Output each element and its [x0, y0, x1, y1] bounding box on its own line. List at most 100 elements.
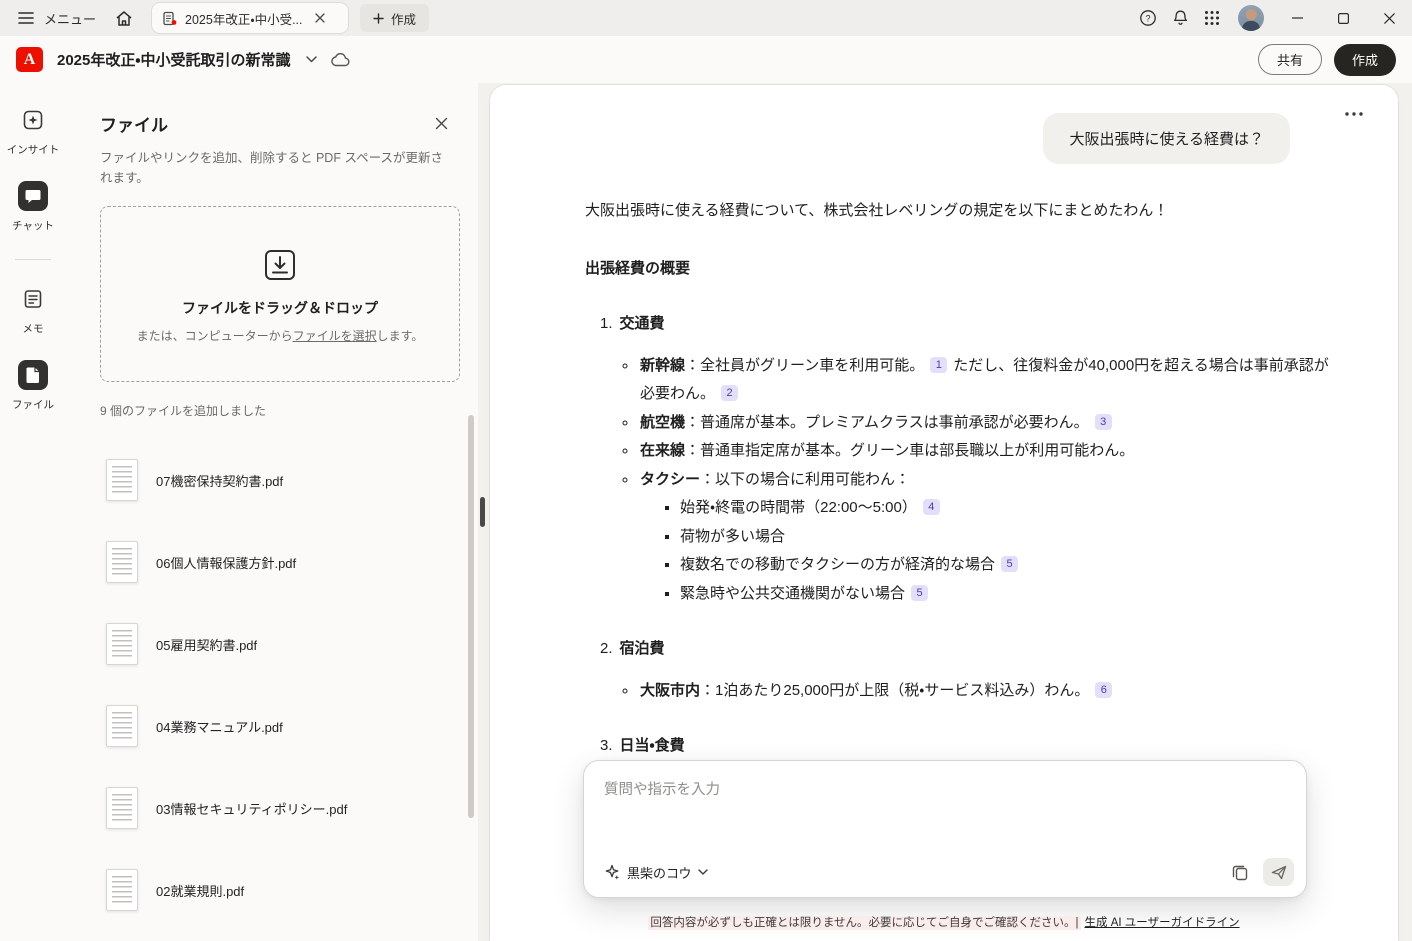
assistant-selector[interactable]: 黒柴のコウ [598, 859, 714, 886]
window-close-button[interactable] [1366, 0, 1412, 36]
hamburger-icon [18, 11, 34, 25]
section-number: 1. [600, 315, 613, 332]
memo-icon [18, 284, 48, 314]
chat-input[interactable] [584, 761, 1306, 849]
chat-icon [18, 181, 48, 211]
title-dropdown-button[interactable] [298, 44, 324, 76]
section-number: 2. [600, 640, 613, 657]
document-toolbar: A 2025年改正・中小受託取引の新常識 共有 作成 [0, 36, 1412, 83]
user-message-bubble: 大阪出張時に使える経費は？ [1043, 113, 1290, 164]
chat-composer: 黒柴のコウ [583, 760, 1307, 898]
citation-chip[interactable]: 4 [923, 499, 940, 515]
ai-guideline-link[interactable]: 生成 AI ユーザーガイドライン [1085, 917, 1240, 929]
file-row[interactable]: 07機密保持契約書.pdf [106, 459, 452, 501]
window-minimize-button[interactable] [1274, 0, 1320, 36]
file-row[interactable]: 06個人情報保護方針.pdf [106, 541, 452, 583]
file-row[interactable]: 02就業規則.pdf [106, 869, 452, 911]
download-tray-icon [260, 245, 300, 285]
file-row[interactable]: 05雇用契約書.pdf [106, 623, 452, 665]
text-segment: ：普通席が基本。プレミアムクラスは事前承認が必要わん。 [685, 414, 1089, 431]
files-panel: ファイル ファイルやリンクを追加、削除すると PDF スペースが更新されます。 [66, 83, 478, 941]
response-intro: 大阪出張時に使える経費について、株式会社レベリングの規定を以下にまとめたわん！ [585, 197, 1330, 226]
citation-chip[interactable]: 3 [1095, 414, 1112, 430]
notifications-button[interactable] [1164, 2, 1196, 34]
window-titlebar: メニュー 2025年改正・中小受... [0, 0, 1412, 36]
copy-icon [1231, 863, 1249, 881]
pdf-thumbnail [106, 705, 138, 747]
file-name: 05雇用契約書.pdf [156, 635, 257, 654]
tab-close-button[interactable] [311, 9, 329, 27]
sub-bullet-list: 始発・終電の時間帯（22:00～5:00）4 荷物が多い場合 複数名での移動でタ… [640, 494, 1330, 608]
new-tab-create-button[interactable]: 作成 [360, 4, 429, 32]
rail-label: ファイル [12, 397, 54, 412]
hamburger-menu-button[interactable] [10, 2, 42, 34]
chat-more-options-button[interactable] [1340, 101, 1368, 124]
dropzone-title: ファイルをドラッグ＆ドロップ [182, 298, 378, 318]
files-scrollbar-thumb[interactable] [468, 415, 474, 818]
titlebar-left: メニュー 2025年改正・中小受... [0, 2, 1132, 34]
rail-item-notes[interactable]: メモ [18, 284, 48, 336]
pdf-thumbnail [106, 787, 138, 829]
citation-chip[interactable]: 5 [1001, 556, 1018, 572]
help-icon: ? [1139, 9, 1157, 27]
bell-icon [1172, 9, 1189, 27]
files-panel-close-button[interactable] [431, 113, 452, 134]
bold-term: 在来線 [640, 442, 685, 459]
response-section-transport: 1.交通費 新幹線：全社員がグリーン車を利用可能。1ただし、往復料金が40,00… [600, 310, 1330, 608]
files-panel-header: ファイル [100, 111, 452, 136]
insights-icon [18, 105, 48, 135]
file-list: 07機密保持契約書.pdf 06個人情報保護方針.pdf 05雇用契約書.pdf… [100, 459, 452, 941]
file-row[interactable]: 03情報セキュリティポリシー.pdf [106, 787, 452, 829]
files-panel-description: ファイルやリンクを追加、削除すると PDF スペースが更新されます。 [100, 148, 448, 188]
bold-term: タクシー [640, 471, 700, 488]
grid-icon [1204, 10, 1220, 26]
files-panel-title: ファイル [100, 111, 168, 136]
rail-divider [15, 259, 51, 260]
file-select-link[interactable]: ファイルを選択 [293, 329, 377, 343]
tab-title: 2025年改正・中小受... [185, 9, 302, 28]
rail-label: チャット [12, 218, 54, 233]
file-name: 02就業規則.pdf [156, 881, 244, 900]
user-avatar[interactable] [1238, 5, 1264, 31]
list-item: 緊急時や公共交通機関がない場合5 [680, 580, 1330, 609]
list-item: 荷物が多い場合 [680, 523, 1330, 552]
svg-text:?: ? [1145, 13, 1150, 23]
citation-chip[interactable]: 5 [911, 585, 928, 601]
file-dropzone[interactable]: ファイルをドラッグ＆ドロップ または、コンピューターからファイルを選択します。 [100, 206, 460, 382]
section-title: 宿泊費 [620, 640, 665, 657]
ellipsis-icon [1344, 111, 1364, 117]
citation-chip[interactable]: 6 [1095, 682, 1112, 698]
rail-item-insights[interactable]: インサイト [7, 105, 60, 157]
app-launcher-button[interactable] [1196, 2, 1228, 34]
rail-item-files[interactable]: ファイル [12, 360, 54, 412]
window-maximize-button[interactable] [1320, 0, 1366, 36]
document-tab[interactable]: 2025年改正・中小受... [152, 3, 348, 33]
bullet-list: 新幹線：全社員がグリーン車を利用可能。1ただし、往復料金が40,000円を超える… [600, 352, 1330, 609]
cloud-status-button[interactable] [324, 44, 356, 76]
copy-prompt-button[interactable] [1229, 861, 1251, 883]
file-name: 07機密保持契約書.pdf [156, 471, 283, 490]
titlebar-right: ? [1132, 0, 1412, 36]
share-button[interactable]: 共有 [1258, 44, 1322, 75]
rail-item-chat[interactable]: チャット [12, 181, 54, 233]
close-icon [1384, 13, 1395, 24]
citation-chip[interactable]: 1 [930, 357, 947, 373]
panel-resize-handle[interactable] [480, 497, 485, 527]
home-icon [115, 10, 133, 27]
create-button[interactable]: 作成 [1334, 44, 1396, 76]
chat-card: 大阪出張時に使える経費は？ 大阪出張時に使える経費について、株式会社レベリングの… [490, 85, 1398, 941]
send-button[interactable] [1263, 858, 1294, 886]
composer-actions [1229, 858, 1294, 886]
text-segment: ：1泊あたり25,000円が上限（税・サービス料込み）わん。 [700, 682, 1089, 699]
response-section-lodging: 2.宿泊費 大阪市内：1泊あたり25,000円が上限（税・サービス料込み）わん。… [600, 635, 1330, 705]
file-row[interactable]: 04業務マニュアル.pdf [106, 705, 452, 747]
list-item: 航空機：普通席が基本。プレミアムクラスは事前承認が必要わん。3 [638, 409, 1330, 438]
document-title: 2025年改正・中小受託取引の新常識 [57, 49, 290, 70]
text-segment: 荷物が多い場合 [680, 528, 785, 545]
list-item: 始発・終電の時間帯（22:00～5:00）4 [680, 494, 1330, 523]
file-name: 03情報セキュリティポリシー.pdf [156, 799, 347, 818]
rail-label: インサイト [7, 142, 60, 157]
home-button[interactable] [108, 2, 140, 34]
help-button[interactable]: ? [1132, 2, 1164, 34]
citation-chip[interactable]: 2 [721, 385, 738, 401]
